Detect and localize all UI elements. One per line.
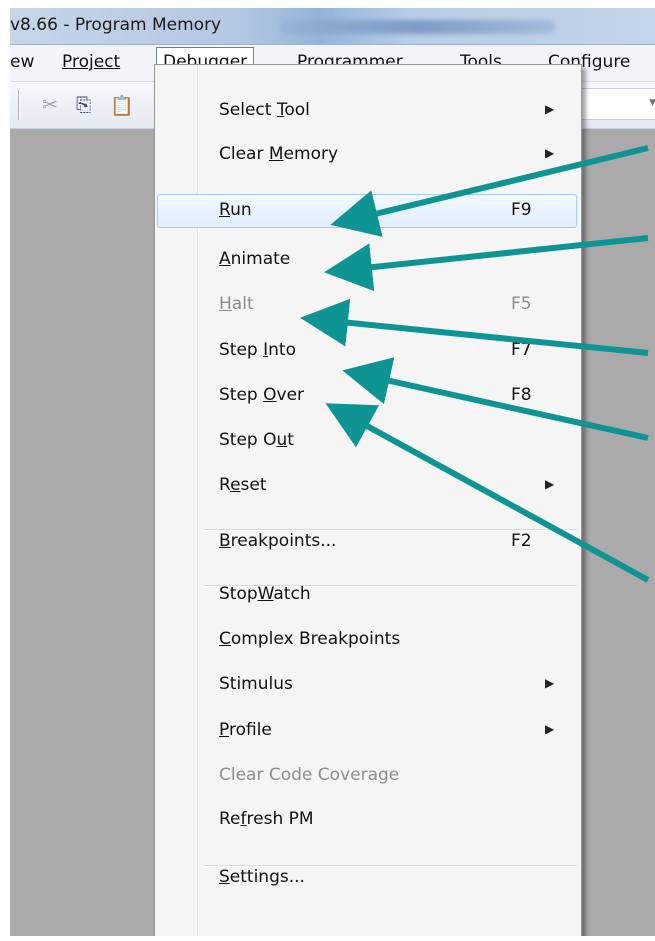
annotation-arrows (300, 145, 650, 583)
annotation-arrow-run (330, 145, 649, 237)
screenshot: v8.66 - Program Memory ew Project Debugg… (10, 8, 655, 936)
annotation-arrow-animate (324, 235, 649, 292)
annotation-arrow-step-into (342, 357, 649, 441)
annotation-arrow-halt (300, 298, 649, 356)
annotation-arrow-step-over (325, 403, 650, 583)
